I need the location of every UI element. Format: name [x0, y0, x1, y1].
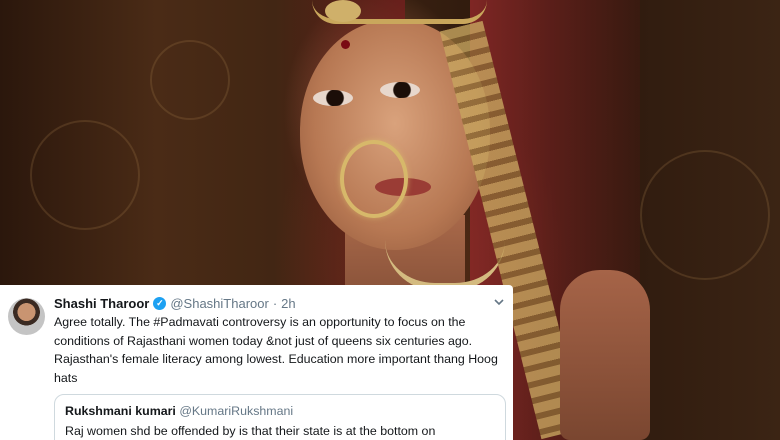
- hand: [560, 270, 650, 440]
- wall-ornament: [30, 120, 140, 230]
- quoted-text: Raj women shd be offended by is that the…: [65, 424, 436, 438]
- eye-right: [380, 82, 420, 98]
- quoted-author-handle: @KumariRukshmani: [179, 404, 294, 418]
- timestamp[interactable]: 2h: [281, 296, 295, 311]
- wall-ornament: [640, 150, 770, 280]
- verified-badge-icon: ✓: [153, 296, 167, 310]
- quoted-author-name: Rukshmani kumari: [65, 404, 176, 418]
- wall-ornament: [150, 40, 230, 120]
- separator: ·: [272, 295, 278, 311]
- tweet-header: Shashi Tharoor ✓ @ShashiTharoor · 2h: [54, 294, 503, 312]
- tweet-card[interactable]: Shashi Tharoor ✓ @ShashiTharoor · 2h Agr…: [0, 285, 513, 440]
- eye-left: [313, 90, 353, 106]
- quoted-tweet[interactable]: Rukshmani kumari @KumariRukshmani Raj wo…: [54, 394, 506, 440]
- author-handle[interactable]: @ShashiTharoor: [170, 296, 268, 311]
- avatar[interactable]: [8, 298, 45, 335]
- tweet-text: Agree totally. The #Padmavati controvers…: [54, 315, 498, 385]
- author-name[interactable]: Shashi Tharoor: [54, 296, 149, 311]
- bindi: [341, 40, 350, 49]
- chevron-down-icon[interactable]: [493, 296, 505, 308]
- nose-ring: [340, 140, 408, 218]
- quoted-header: Rukshmani kumari @KumariRukshmani: [65, 404, 495, 418]
- maang-tikka: [325, 0, 361, 22]
